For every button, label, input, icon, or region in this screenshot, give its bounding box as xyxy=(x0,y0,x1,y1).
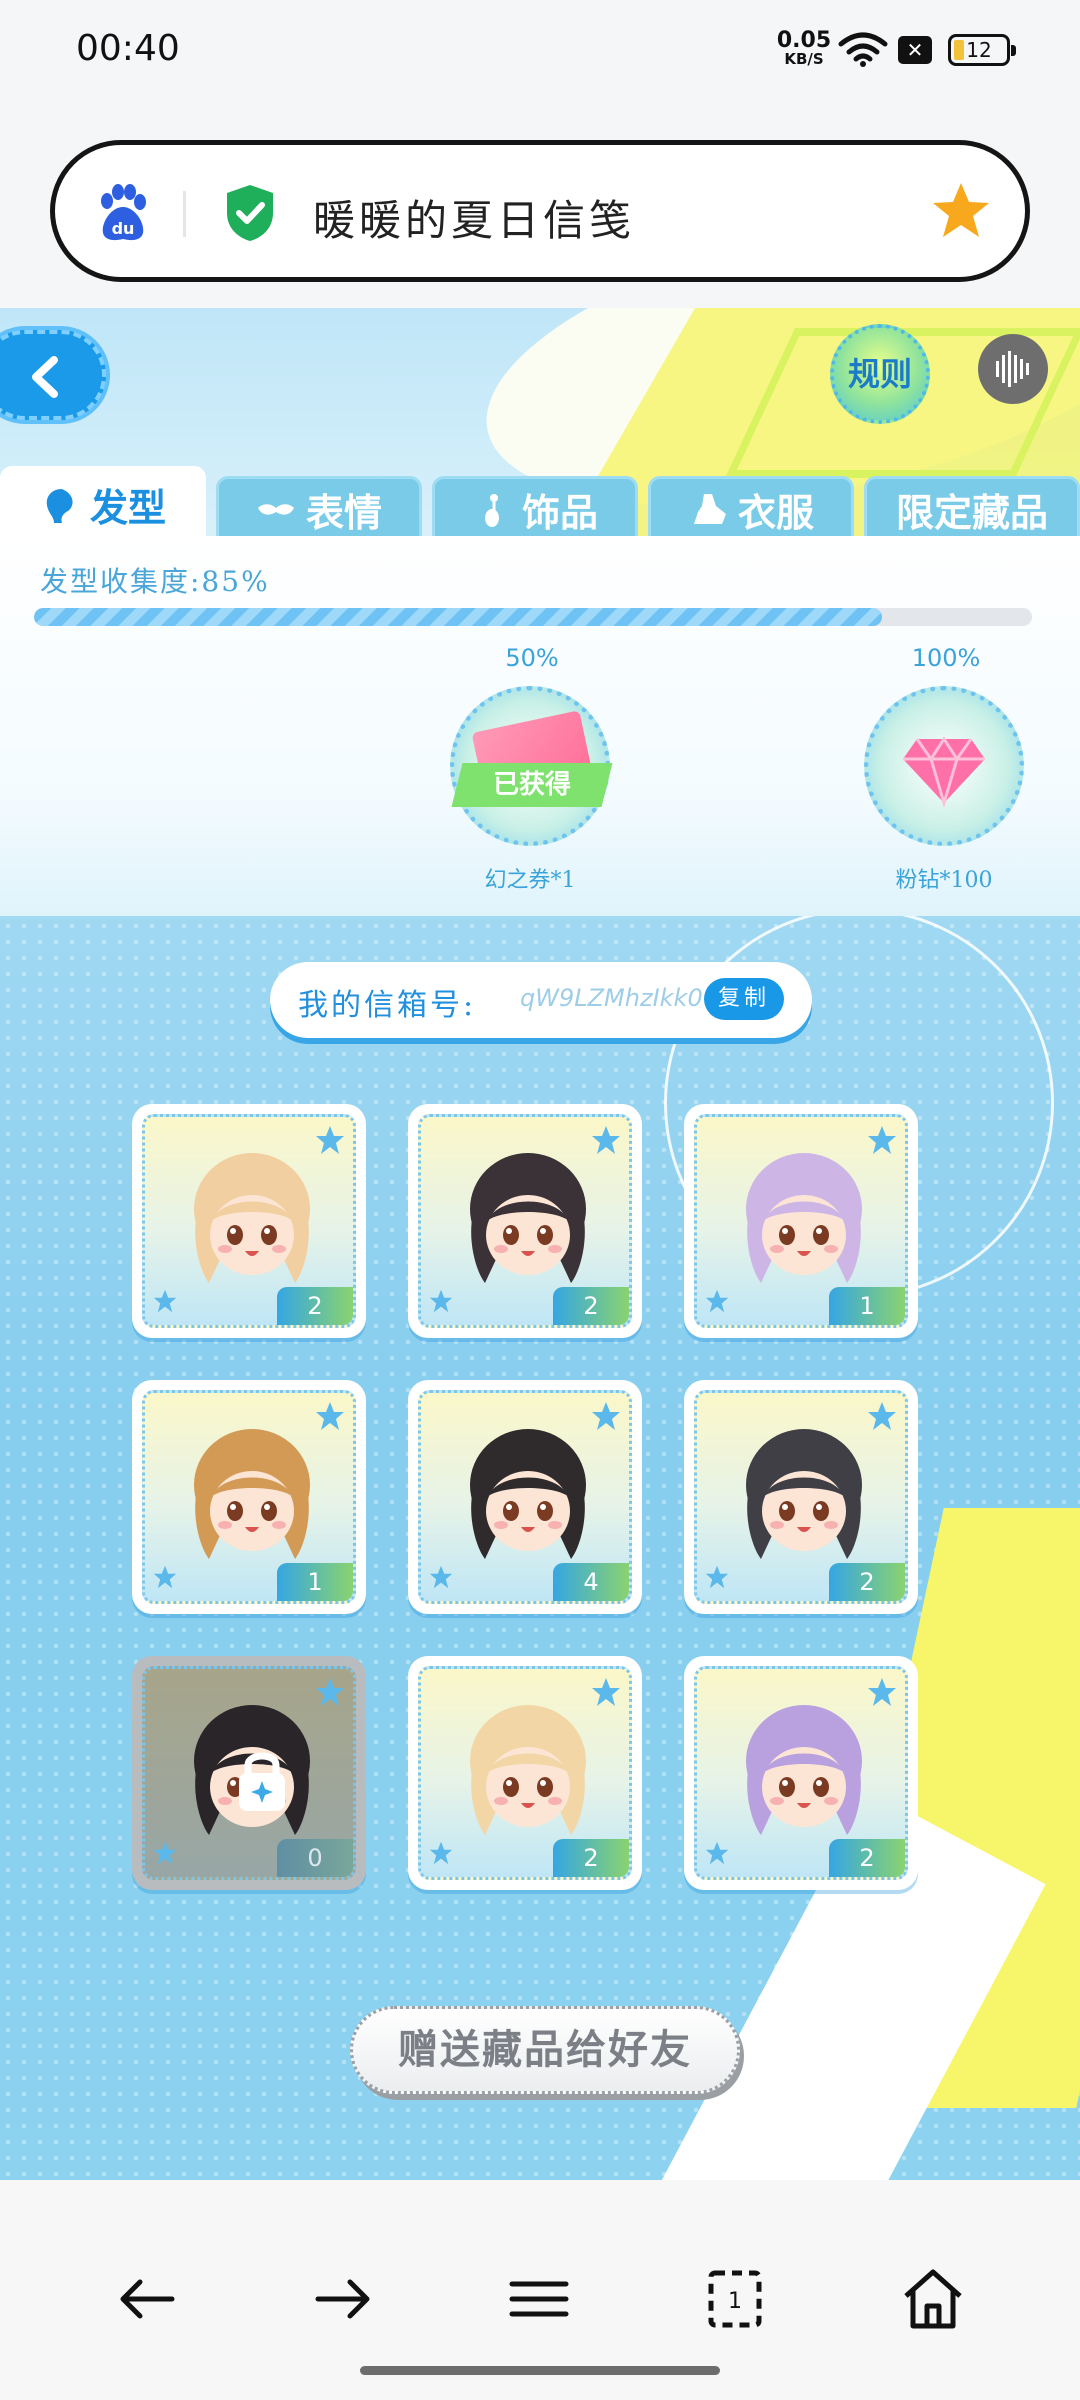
item-count: 2 xyxy=(277,1287,353,1325)
tab-label: 发型 xyxy=(89,486,166,530)
star-decoration-icon xyxy=(429,1565,453,1589)
hairstyle-item[interactable]: 4 xyxy=(408,1380,642,1614)
item-count: 2 xyxy=(829,1563,905,1601)
shield-check-icon[interactable] xyxy=(223,183,277,243)
hairstyle-item[interactable]: 2 xyxy=(408,1656,642,1890)
copy-button[interactable]: 复制 xyxy=(704,978,784,1020)
status-bar: 00:40 0.05 KB/S ✕ 12 xyxy=(0,0,1080,100)
tab-count: 1 xyxy=(728,2289,742,2314)
earring-icon xyxy=(484,493,499,527)
item-count: 0 xyxy=(277,1839,353,1877)
item-count: 4 xyxy=(553,1563,629,1601)
mailbox-label: 我的信箱号: xyxy=(298,988,477,1023)
hairstyle-avatar xyxy=(746,1705,862,1835)
star-decoration-icon xyxy=(429,1841,453,1865)
collection-label: 发型收集度:85% xyxy=(40,565,270,598)
chevron-left-icon xyxy=(32,356,58,398)
menu-icon[interactable] xyxy=(504,2264,574,2334)
sound-wave-icon xyxy=(996,351,1029,387)
hairstyle-avatar xyxy=(194,1153,310,1283)
home-icon[interactable] xyxy=(898,2264,968,2334)
hairstyle-avatar xyxy=(470,1429,586,1559)
hairstyle-item[interactable]: 1 xyxy=(684,1104,918,1338)
hairstyle-avatar xyxy=(194,1429,310,1559)
tab-expression[interactable]: 表情 xyxy=(216,476,422,540)
lock-icon xyxy=(239,1752,285,1811)
milestone-reward-name: 粉钻*100 xyxy=(895,868,993,893)
item-count: 1 xyxy=(277,1563,353,1601)
hairstyle-item[interactable]: 1 xyxy=(132,1380,366,1614)
audio-button[interactable] xyxy=(978,334,1048,404)
sim-off-icon: ✕ xyxy=(898,36,932,64)
mask-icon xyxy=(257,503,294,515)
hairstyle-item[interactable]: 2 xyxy=(408,1104,642,1338)
hairstyle-item[interactable]: 2 xyxy=(684,1656,918,1890)
milestone-reward-coupon[interactable]: 已获得 xyxy=(450,686,613,846)
battery-level: 12 xyxy=(966,38,992,62)
star-decoration-icon xyxy=(153,1565,177,1589)
tab-label: 饰品 xyxy=(521,491,598,535)
tab-label: 衣服 xyxy=(737,491,814,535)
hairstyle-avatar xyxy=(470,1153,586,1283)
milestone-reward-name: 幻之券*1 xyxy=(484,868,576,893)
star-decoration-icon xyxy=(429,1289,453,1313)
tabs-icon[interactable]: 1 xyxy=(700,2264,770,2334)
baidu-icon[interactable]: du xyxy=(93,183,153,243)
tab-clothes[interactable]: 衣服 xyxy=(648,476,854,540)
forward-arrow-icon[interactable] xyxy=(308,2264,378,2334)
battery-icon: 12 xyxy=(948,34,1016,66)
hair-icon xyxy=(46,488,73,523)
item-count: 2 xyxy=(553,1287,629,1325)
hairstyle-avatar xyxy=(470,1705,586,1835)
obtained-badge: 已获得 xyxy=(451,763,613,807)
star-decoration-icon xyxy=(153,1841,177,1865)
address-divider xyxy=(183,191,186,237)
bottom-navigation: 1 xyxy=(0,2180,1080,2400)
progress-fill xyxy=(34,608,883,626)
network-speed: 0.05 KB/S xyxy=(776,30,832,67)
item-count: 2 xyxy=(829,1839,905,1877)
diamond-icon xyxy=(903,736,985,809)
tab-limited-collection[interactable]: 限定藏品 xyxy=(864,476,1080,540)
mailbox-id: qW9LZMhzIkk0 xyxy=(520,984,703,1012)
star-icon[interactable] xyxy=(929,179,993,243)
gift-collection-button[interactable]: 赠送藏品给好友 xyxy=(350,2006,740,2094)
star-decoration-icon xyxy=(705,1565,729,1589)
svg-text:du: du xyxy=(112,219,135,238)
mailbox-bar: 我的信箱号: qW9LZMhzIkk0 复制 xyxy=(270,962,812,1038)
progress-bar xyxy=(34,608,1032,626)
hairstyle-avatar xyxy=(746,1153,862,1283)
milestone-percent: 100% xyxy=(911,644,981,672)
item-count: 1 xyxy=(829,1287,905,1325)
hairstyle-avatar xyxy=(746,1429,862,1559)
clothes-icon xyxy=(693,493,726,524)
star-decoration-icon xyxy=(153,1289,177,1313)
tab-label: 限定藏品 xyxy=(895,491,1048,535)
network-speed-value: 0.05 xyxy=(776,28,832,53)
category-tabs: 发型 表情 饰品 衣服 限定藏品 xyxy=(0,466,1080,540)
star-decoration-icon xyxy=(705,1289,729,1313)
wifi-icon xyxy=(838,32,888,67)
collection-progress: 发型收集度:85% 50% 已获得 幻之券*1 100% 粉钻*100 xyxy=(0,536,1080,916)
back-arrow-icon[interactable] xyxy=(112,2264,182,2334)
game-view: 规则 发型 表情 饰品 衣服 限定藏品 发型收集度:85% 50% 已获得 幻之… xyxy=(0,308,1080,2180)
milestone-percent: 50% xyxy=(505,644,559,672)
item-count: 2 xyxy=(553,1839,629,1877)
tab-label: 表情 xyxy=(305,491,382,535)
back-button[interactable] xyxy=(0,330,106,420)
page-title[interactable]: 暖暖的夏日信笺 xyxy=(313,187,635,248)
rules-button[interactable]: 规则 xyxy=(830,324,930,424)
tab-hairstyle[interactable]: 发型 xyxy=(0,466,206,540)
status-time: 00:40 xyxy=(76,28,180,69)
hairstyle-item[interactable]: 0 xyxy=(132,1656,366,1890)
hairstyle-item[interactable]: 2 xyxy=(684,1380,918,1614)
address-bar[interactable]: du 暖暖的夏日信笺 xyxy=(50,140,1030,282)
star-decoration-icon xyxy=(705,1841,729,1865)
hairstyle-item[interactable]: 2 xyxy=(132,1104,366,1338)
tab-accessories[interactable]: 饰品 xyxy=(432,476,638,540)
network-speed-unit: KB/S xyxy=(784,50,824,68)
milestone-reward-diamond[interactable] xyxy=(864,686,1024,846)
home-indicator[interactable] xyxy=(360,2366,720,2375)
